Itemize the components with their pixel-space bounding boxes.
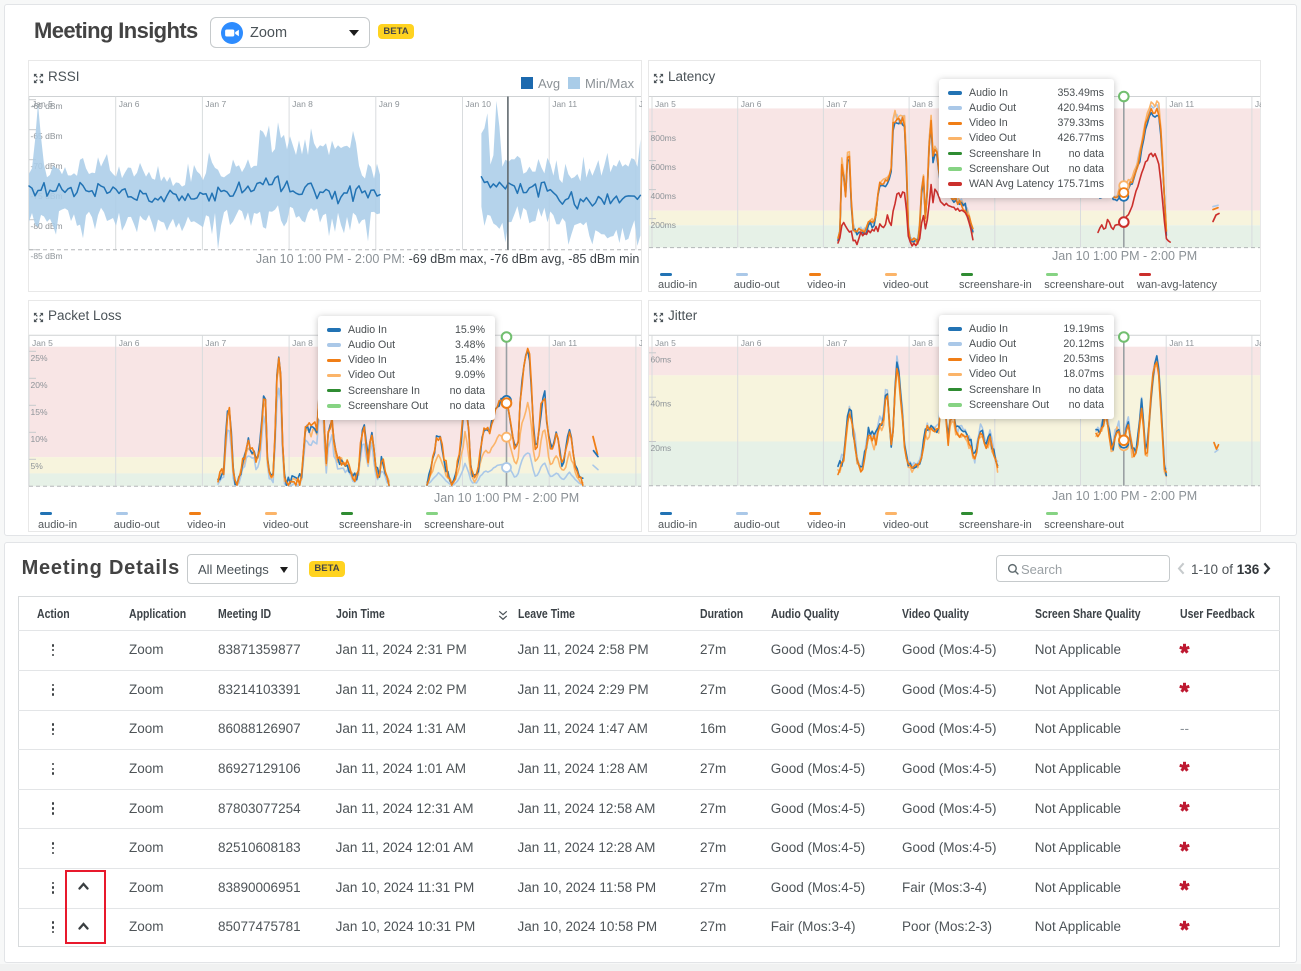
svg-text:25%: 25% <box>31 352 48 362</box>
svg-text:20%: 20% <box>31 379 48 389</box>
svg-text:Jan 8: Jan 8 <box>912 99 933 109</box>
svg-text:Jan 6: Jan 6 <box>741 99 762 109</box>
svg-text:Jan 6: Jan 6 <box>119 337 140 347</box>
svg-text:Ja: Ja <box>1255 337 1261 347</box>
svg-text:Ja: Ja <box>639 337 642 347</box>
svg-text:Ja: Ja <box>1255 99 1261 109</box>
svg-text:-60 dBm: -60 dBm <box>31 101 63 111</box>
svg-text:Jan 5: Jan 5 <box>655 99 676 109</box>
svg-text:Jan 8: Jan 8 <box>292 99 313 109</box>
svg-text:Jan 11: Jan 11 <box>552 337 577 347</box>
svg-text:40ms: 40ms <box>651 398 672 408</box>
svg-text:Jan 11: Jan 11 <box>1169 337 1194 347</box>
svg-text:Jan 5: Jan 5 <box>32 337 53 347</box>
svg-text:Jan 5: Jan 5 <box>655 337 676 347</box>
svg-text:400ms: 400ms <box>651 191 677 201</box>
svg-text:Jan 6: Jan 6 <box>741 337 762 347</box>
svg-text:Jan 7: Jan 7 <box>205 99 226 109</box>
svg-text:200ms: 200ms <box>651 220 677 230</box>
svg-text:600ms: 600ms <box>651 162 677 172</box>
svg-text:15%: 15% <box>31 406 48 416</box>
svg-text:Jan 11: Jan 11 <box>552 99 577 109</box>
svg-text:Jan 7: Jan 7 <box>205 337 226 347</box>
svg-text:5%: 5% <box>31 460 44 470</box>
svg-text:Jan 8: Jan 8 <box>912 337 933 347</box>
svg-text:800ms: 800ms <box>651 133 677 143</box>
svg-text:10%: 10% <box>31 433 48 443</box>
svg-text:Jan 7: Jan 7 <box>826 99 847 109</box>
svg-text:Jan 11: Jan 11 <box>1169 99 1194 109</box>
svg-text:-85 dBm: -85 dBm <box>31 251 63 261</box>
svg-text:J: J <box>639 99 642 109</box>
svg-text:60ms: 60ms <box>651 354 672 364</box>
svg-text:Jan 6: Jan 6 <box>119 99 140 109</box>
svg-text:Jan 8: Jan 8 <box>292 337 313 347</box>
svg-text:Jan 9: Jan 9 <box>379 99 400 109</box>
svg-text:20ms: 20ms <box>651 443 672 453</box>
svg-text:Jan 7: Jan 7 <box>826 337 847 347</box>
svg-text:Jan 10: Jan 10 <box>466 99 492 109</box>
